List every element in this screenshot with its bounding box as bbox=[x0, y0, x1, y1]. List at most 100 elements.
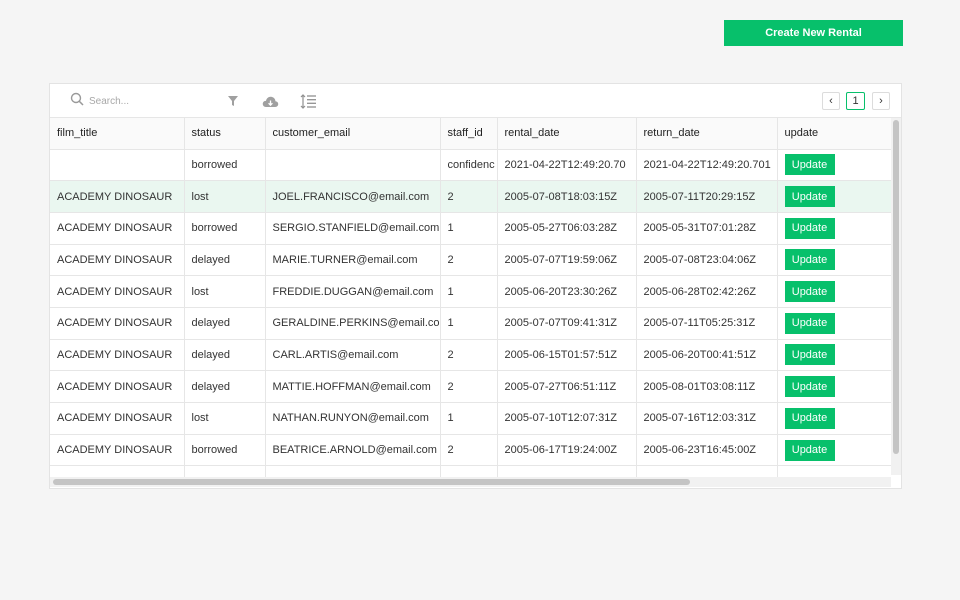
next-page-button[interactable]: › bbox=[872, 92, 890, 110]
update-button[interactable]: Update bbox=[784, 249, 835, 271]
column-header-update[interactable]: update bbox=[777, 118, 891, 150]
update-button[interactable]: Update bbox=[784, 439, 835, 461]
column-header-staff-id[interactable]: staff_id bbox=[440, 118, 498, 150]
update-button[interactable]: Update bbox=[784, 376, 835, 398]
cell-customer-email: FREDDIE.DUGGAN@email.com bbox=[265, 275, 441, 308]
cell-staff-id: 1 bbox=[440, 402, 498, 435]
rentals-panel: ‹ 1 › film_titlestatuscustomer_emailstaf… bbox=[49, 83, 902, 489]
cell-return-date: 2005-06-23T16:45:00Z bbox=[636, 434, 778, 467]
cell-customer-email: GERALDINE.PERKINS@email.com bbox=[265, 307, 441, 340]
cell-update: Update bbox=[777, 339, 891, 372]
update-button[interactable]: Update bbox=[784, 186, 835, 208]
cell-return-date: 2005-06-28T02:42:26Z bbox=[636, 275, 778, 308]
cell-return-date: 2005-08-01T03:08:11Z bbox=[636, 370, 778, 403]
cell-film-title: ACADEMY DINOSAUR bbox=[50, 275, 185, 308]
table-row[interactable]: ACADEMY DINOSAUR delayed MARIE.TURNER@emai… bbox=[50, 244, 891, 277]
cell-update: Update bbox=[777, 402, 891, 435]
cell-rental-date: 2005-06-15T01:57:51Z bbox=[497, 339, 637, 372]
update-button[interactable]: Update bbox=[784, 344, 835, 366]
horizontal-scrollbar[interactable] bbox=[50, 477, 891, 487]
search-input[interactable] bbox=[89, 95, 219, 107]
cell-update: Update bbox=[777, 370, 891, 403]
cell-customer-email: CARL.ARTIS@email.com bbox=[265, 339, 441, 372]
cell-film-title: ACADEMY DINOSAUR bbox=[50, 339, 185, 372]
cell-update: Update bbox=[777, 307, 891, 340]
vertical-scroll-thumb[interactable] bbox=[893, 120, 899, 454]
cell-update: Update bbox=[777, 180, 891, 213]
rentals-table: film_title status customer_email staff_id re… bbox=[50, 118, 891, 477]
cell-customer-email: NATHAN.RUNYON@email.com bbox=[265, 402, 441, 435]
cell-rental-date: 2005-06-17T19:24:00Z bbox=[497, 434, 637, 467]
cell-return-date bbox=[636, 465, 778, 477]
table-row[interactable]: ACADEMY DINOSAUR borrowed BEATRICE.ARNOLD@… bbox=[50, 434, 891, 467]
cell-update: Update bbox=[777, 434, 891, 467]
column-header-rental-date[interactable]: rental_date bbox=[497, 118, 637, 150]
cell-return-date: 2005-07-16T12:03:31Z bbox=[636, 402, 778, 435]
cell-return-date: 2005-07-08T23:04:06Z bbox=[636, 244, 778, 277]
cell-customer-email: MATTIE.HOFFMAN@email.com bbox=[265, 370, 441, 403]
cell-film-title: ACADEMY DINOSAUR bbox=[50, 402, 185, 435]
update-button[interactable]: Update bbox=[784, 217, 835, 239]
column-header-film-title[interactable]: film_title bbox=[50, 118, 185, 150]
cell-return-date: 2005-05-31T07:01:28Z bbox=[636, 212, 778, 245]
cell-staff-id: confidenc bbox=[440, 149, 498, 182]
cell-staff-id bbox=[440, 465, 498, 477]
column-header-return-date[interactable]: return_date bbox=[636, 118, 778, 150]
cell-update bbox=[777, 465, 891, 477]
cell-return-date: 2005-06-20T00:41:51Z bbox=[636, 339, 778, 372]
cell-film-title: ACADEMY DINOSAUR bbox=[50, 180, 185, 213]
table-row[interactable] bbox=[50, 465, 891, 477]
cell-status: delayed bbox=[184, 307, 266, 340]
update-button[interactable]: Update bbox=[784, 281, 835, 303]
cell-rental-date: 2005-06-20T23:30:26Z bbox=[497, 275, 637, 308]
cell-status: delayed bbox=[184, 370, 266, 403]
cell-status: delayed bbox=[184, 244, 266, 277]
cell-status bbox=[184, 465, 266, 477]
cell-staff-id: 1 bbox=[440, 307, 498, 340]
cell-return-date: 2005-07-11T05:25:31Z bbox=[636, 307, 778, 340]
vertical-scrollbar[interactable] bbox=[891, 118, 901, 475]
cell-staff-id: 2 bbox=[440, 370, 498, 403]
cell-return-date: 2021-04-22T12:49:20.701 bbox=[636, 149, 778, 182]
cell-rental-date: 2021-04-22T12:49:20.70 bbox=[497, 149, 637, 182]
search-box[interactable] bbox=[70, 92, 230, 110]
cell-status: lost bbox=[184, 402, 266, 435]
cell-customer-email bbox=[265, 465, 441, 477]
row-height-icon[interactable] bbox=[299, 93, 317, 109]
cell-staff-id: 2 bbox=[440, 339, 498, 372]
prev-page-button[interactable]: ‹ bbox=[822, 92, 840, 110]
cell-film-title: ACADEMY DINOSAUR bbox=[50, 434, 185, 467]
cell-rental-date: 2005-07-27T06:51:11Z bbox=[497, 370, 637, 403]
update-button[interactable]: Update bbox=[784, 154, 835, 176]
create-new-rental-button[interactable]: Create New Rental bbox=[724, 20, 903, 46]
cell-film-title: ACADEMY DINOSAUR bbox=[50, 244, 185, 277]
search-icon bbox=[70, 92, 84, 111]
update-button[interactable]: Update bbox=[784, 407, 835, 429]
table-row[interactable]: ACADEMY DINOSAUR borrowed SERGIO.STANFIELD… bbox=[50, 212, 891, 245]
column-header-customer-email[interactable]: customer_email bbox=[265, 118, 441, 150]
cell-staff-id: 1 bbox=[440, 212, 498, 245]
cell-staff-id: 1 bbox=[440, 275, 498, 308]
cell-customer-email: BEATRICE.ARNOLD@email.com bbox=[265, 434, 441, 467]
filter-icon[interactable] bbox=[224, 93, 242, 109]
horizontal-scroll-thumb[interactable] bbox=[53, 479, 690, 485]
table-row[interactable]: borrowed confidenc 2021-04-22T12:49:20.70 2… bbox=[50, 149, 891, 182]
cell-customer-email: JOEL.FRANCISCO@email.com bbox=[265, 180, 441, 213]
column-header-status[interactable]: status bbox=[184, 118, 266, 150]
cell-update: Update bbox=[777, 149, 891, 182]
cell-status: borrowed bbox=[184, 434, 266, 467]
table-row[interactable]: ACADEMY DINOSAUR lost NATHAN.RUNYON@email.… bbox=[50, 402, 891, 435]
table-row[interactable]: ACADEMY DINOSAUR delayed MATTIE.HOFFMAN@em… bbox=[50, 370, 891, 403]
cell-update: Update bbox=[777, 244, 891, 277]
cloud-download-icon[interactable] bbox=[261, 93, 279, 109]
cell-customer-email: MARIE.TURNER@email.com bbox=[265, 244, 441, 277]
table-row[interactable]: ACADEMY DINOSAUR delayed CARL.ARTIS@email.… bbox=[50, 339, 891, 372]
table-row[interactable]: ACADEMY DINOSAUR lost FREDDIE.DUGGAN@email… bbox=[50, 275, 891, 308]
cell-film-title: ACADEMY DINOSAUR bbox=[50, 212, 185, 245]
update-button[interactable]: Update bbox=[784, 312, 835, 334]
cell-rental-date: 2005-07-10T12:07:31Z bbox=[497, 402, 637, 435]
table-row[interactable]: ACADEMY DINOSAUR delayed GERALDINE.PERKINS… bbox=[50, 307, 891, 340]
table-row[interactable]: ACADEMY DINOSAUR lost JOEL.FRANCISCO@email… bbox=[50, 180, 891, 213]
rentals-table-wrap: film_title status customer_email staff_id re… bbox=[50, 118, 891, 477]
current-page[interactable]: 1 bbox=[846, 92, 865, 110]
